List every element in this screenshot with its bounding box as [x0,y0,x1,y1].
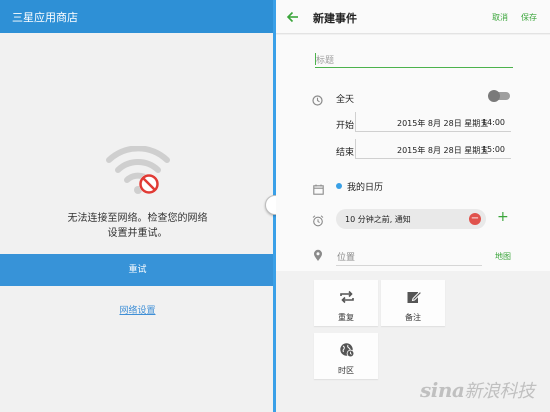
calendar-icon [313,180,324,199]
repeat-label: 重复 [338,313,354,322]
title-underline [315,67,513,68]
timezone-tile[interactable]: 时区 [314,333,378,379]
alarm-icon [312,212,324,231]
error-line-1: 无法连接至网络。检查您的网络 [67,213,208,224]
timezone-icon [339,342,355,358]
page-title: 新建事件 [313,12,357,25]
add-reminder-icon[interactable]: + [497,209,509,225]
end-date[interactable]: 2015年 8月 28日 星期五 [397,145,488,156]
location-pin-icon [313,247,323,266]
location-underline [336,265,482,266]
event-title-input[interactable]: 标题 [316,53,334,66]
note-tile[interactable]: 备注 [381,280,445,326]
all-day-label: 全天 [336,95,355,105]
calendar-color-dot [336,183,342,189]
calendar-name[interactable]: 我的日历 [347,180,383,193]
repeat-icon [339,289,355,305]
start-label: 开始 [336,121,355,131]
map-button[interactable]: 地图 [495,251,511,262]
cancel-button[interactable]: 取消 [492,12,508,23]
store-title: 三星应用商店 [12,11,78,24]
sina-tech-watermark: sina新浪科技 [420,378,535,402]
no-wifi-icon [105,145,171,196]
retry-button[interactable]: 重试 [0,254,275,286]
save-button[interactable]: 保存 [521,12,537,23]
end-time[interactable]: 15:00 [482,145,505,154]
remove-reminder-icon[interactable]: − [469,213,481,225]
error-line-2: 设置并重试。 [107,228,168,239]
all-day-toggle[interactable] [488,90,510,102]
start-datetime-field[interactable]: 2015年 8月 28日 星期五 14:00 [355,112,511,132]
store-pane: 三星应用商店 无法连接至网络。检查您的网络 设置并重试。 重试 网络设置 [0,0,275,412]
calendar-pane: 新建事件 取消 保存 标题 全天 开始 2015年 8月 28日 星期五 14:… [276,0,550,412]
back-arrow-icon[interactable] [286,9,300,23]
end-label: 结束 [336,148,355,158]
reminder-chip[interactable]: 10 分钟之前, 通知 − [336,209,486,229]
start-date[interactable]: 2015年 8月 28日 星期五 [397,118,488,129]
store-app-bar: 三星应用商店 [0,0,275,33]
reminder-text: 10 分钟之前, 通知 [345,215,411,224]
event-form: 标题 全天 开始 2015年 8月 28日 星期五 14:00 结束 2015年… [276,35,550,271]
start-time[interactable]: 14:00 [482,118,505,127]
note-icon [406,289,423,305]
timezone-label: 时区 [338,366,354,375]
network-settings-link[interactable]: 网络设置 [0,303,275,316]
end-datetime-field[interactable]: 2015年 8月 28日 星期五 15:00 [355,139,511,159]
repeat-tile[interactable]: 重复 [314,280,378,326]
note-label: 备注 [405,313,421,322]
text-caret [315,53,316,65]
clock-icon [312,91,323,110]
location-input[interactable]: 位置 [337,250,355,263]
calendar-app-bar: 新建事件 取消 保存 [276,0,550,34]
connection-error-message: 无法连接至网络。检查您的网络 设置并重试。 [0,211,275,241]
